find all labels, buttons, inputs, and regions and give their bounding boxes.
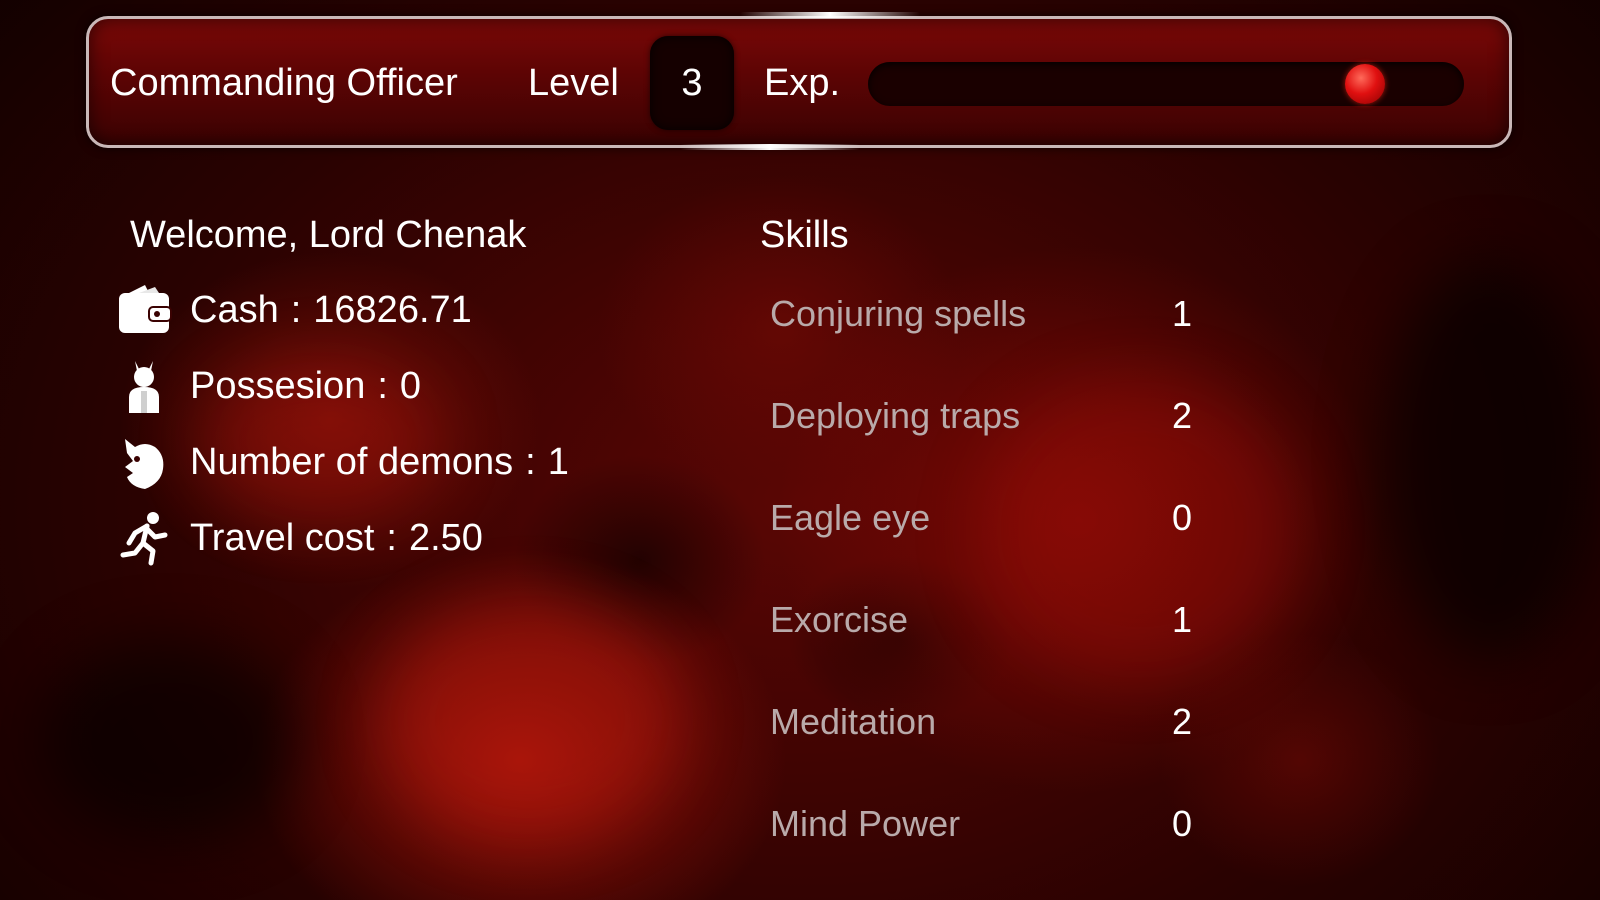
- skill-name: Deploying traps: [770, 395, 1021, 436]
- possession-value: 0: [399, 365, 422, 407]
- skills-heading: Skills: [760, 214, 849, 256]
- exp-label: Exp.: [764, 62, 841, 104]
- smoke-effect: [1380, 260, 1600, 660]
- skill-row-deploying-traps[interactable]: Deploying traps 2: [770, 392, 1210, 442]
- skill-level: 0: [1171, 497, 1193, 538]
- travel-cost-value: 2.50: [408, 517, 483, 559]
- skill-level: 1: [1171, 599, 1193, 640]
- smoke-effect: [380, 600, 680, 840]
- skill-row-exorcise[interactable]: Exorcise 1: [770, 596, 1210, 646]
- exp-progress-indicator: [1344, 64, 1385, 104]
- cash-label: Cash: [190, 289, 279, 331]
- skill-level: 2: [1171, 395, 1193, 436]
- skill-level: 2: [1171, 701, 1193, 742]
- cash-separator: :: [290, 289, 302, 331]
- possession-separator: :: [377, 365, 388, 407]
- running-man-icon: [114, 508, 174, 568]
- skill-name: Eagle eye: [770, 497, 931, 538]
- skill-name: Conjuring spells: [770, 293, 1027, 334]
- skill-level: 0: [1171, 803, 1193, 844]
- stat-possession: Possesion : 0: [114, 354, 421, 418]
- possession-label: Possesion: [190, 365, 366, 407]
- welcome-message: Welcome, Lord Chenak: [130, 214, 527, 256]
- smoke-effect: [40, 640, 300, 840]
- exp-progress-bar: [868, 62, 1464, 106]
- possessed-person-icon: [114, 356, 174, 416]
- skill-row-eagle-eye[interactable]: Eagle eye 0: [770, 494, 1210, 544]
- skill-name: Exorcise: [770, 599, 909, 640]
- stat-travel-cost: Travel cost : 2.50: [114, 506, 483, 570]
- travel-cost-separator: :: [386, 517, 397, 559]
- skill-row-conjuring-spells[interactable]: Conjuring spells 1: [770, 290, 1210, 340]
- cash-value: 16826.71: [313, 289, 472, 331]
- stat-demons: Number of demons : 1: [114, 430, 569, 494]
- header-highlight: [740, 12, 920, 18]
- skill-name: Mind Power: [770, 803, 961, 844]
- skill-row-mind-power[interactable]: Mind Power 0: [770, 800, 1210, 850]
- wallet-icon: [114, 280, 174, 340]
- travel-cost-label: Travel cost: [190, 517, 375, 559]
- header-highlight: [680, 144, 860, 150]
- demons-separator: :: [525, 441, 536, 483]
- stat-cash: Cash : 16826.71: [114, 278, 472, 342]
- skill-row-meditation[interactable]: Meditation 2: [770, 698, 1210, 748]
- demons-value: 1: [547, 441, 569, 483]
- rank-title: Commanding Officer: [110, 62, 458, 104]
- demons-label: Number of demons: [190, 441, 514, 483]
- game-screen: Commanding Officer Level 3 Exp. Welcome,…: [0, 0, 1600, 900]
- demon-head-icon: [114, 432, 174, 492]
- level-label: Level: [528, 62, 619, 104]
- level-value: 3: [650, 36, 734, 130]
- skill-level: 1: [1171, 293, 1193, 334]
- skill-name: Meditation: [770, 701, 937, 742]
